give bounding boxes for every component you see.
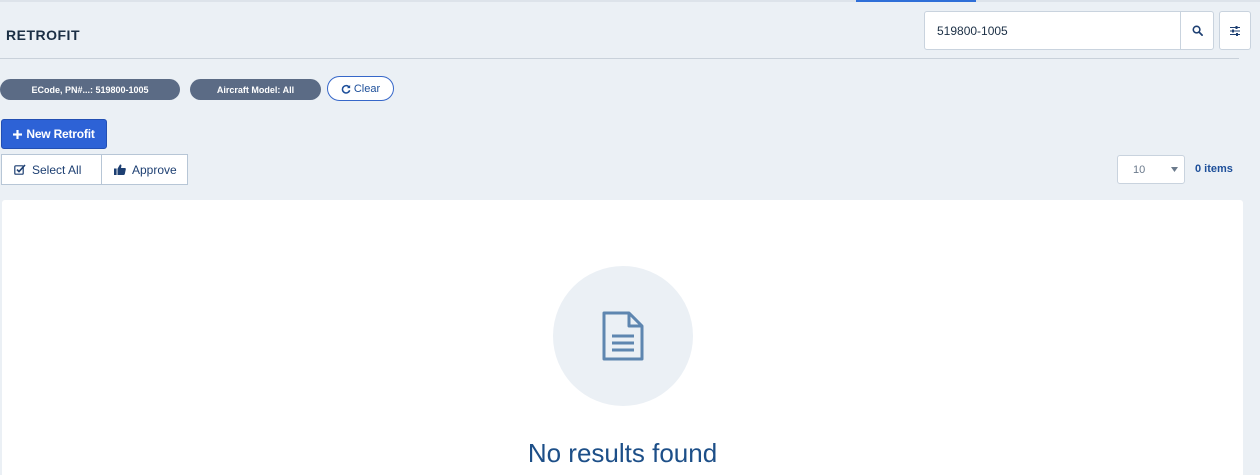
search-button[interactable] [1180,12,1213,49]
refresh-icon [341,84,351,94]
results-panel: No results found [2,200,1243,475]
new-retrofit-button[interactable]: New Retrofit [1,119,107,149]
filter-chip-aircraft-model[interactable]: Aircraft Model: All [190,79,321,100]
document-icon [602,311,644,361]
bulk-action-group: Select All Approve [1,154,188,185]
page-size-select[interactable]: 10 [1117,155,1185,184]
approve-label: Approve [132,162,177,177]
top-border [0,0,1260,2]
select-all-label: Select All [32,162,82,177]
empty-state-message: No results found [527,438,718,468]
thumbs-up-icon [114,164,126,175]
select-all-button[interactable]: Select All [2,155,102,184]
approve-button[interactable]: Approve [102,155,187,184]
active-tab-indicator [856,0,976,2]
plus-icon [13,129,23,139]
empty-state-badge [553,266,693,406]
clear-label: Clear [353,82,381,95]
caret-down-icon [1171,167,1178,172]
filter-chip-ecode[interactable]: ECode, PN#...: 519800-1005 [0,79,180,100]
title-divider [0,58,1239,59]
advanced-filter-button[interactable] [1219,11,1251,50]
items-count: 0 items [1195,163,1233,175]
new-retrofit-label: New Retrofit [26,127,95,141]
page-title: RETROFIT [6,27,80,43]
checkbox-icon [14,164,26,175]
sliders-icon [1230,25,1240,36]
search-box [924,11,1214,50]
search-input[interactable] [925,12,1180,49]
search-icon [1192,25,1203,36]
page-size-value: 10 [1133,163,1146,176]
clear-filters-button[interactable]: Clear [327,76,394,101]
